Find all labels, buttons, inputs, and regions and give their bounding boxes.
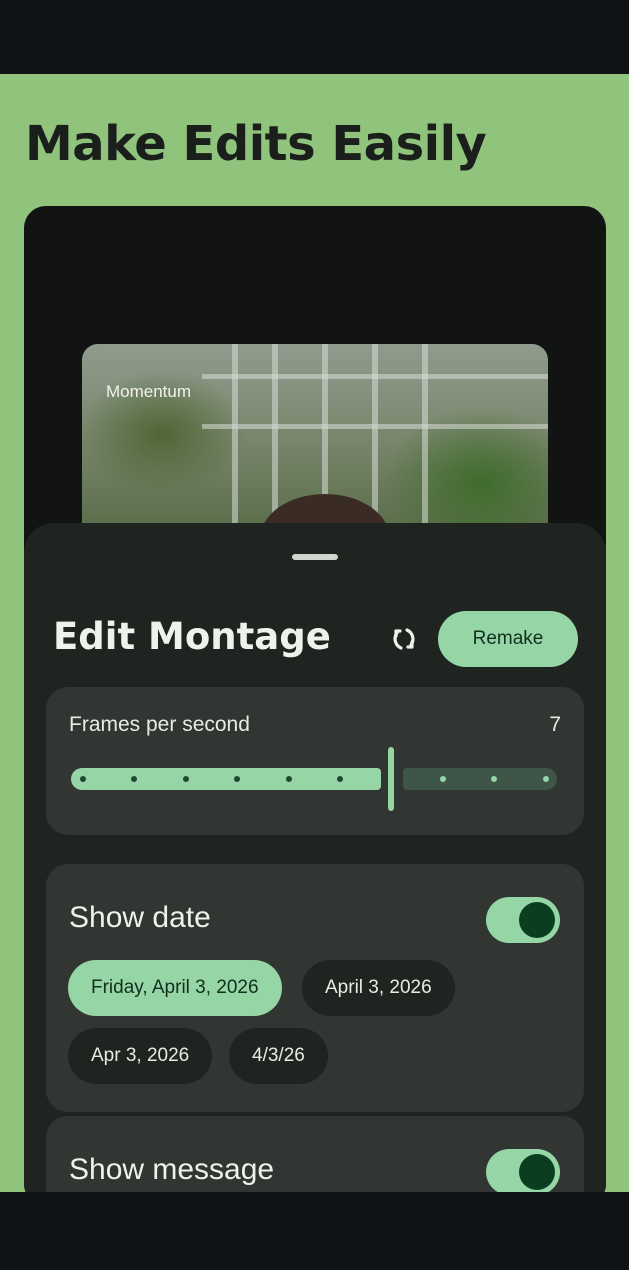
sheet-title: Edit Montage	[53, 615, 331, 658]
montage-preview: Momentum	[82, 344, 548, 544]
date-format-chip[interactable]: 4/3/26	[229, 1028, 328, 1084]
status-bar	[0, 0, 629, 74]
drag-handle[interactable]	[292, 554, 338, 560]
fps-card: Frames per second 7	[46, 687, 584, 835]
fps-slider-active-track[interactable]	[71, 768, 381, 790]
fps-slider-tick	[182, 776, 189, 782]
fps-slider-tick	[439, 776, 446, 782]
show-message-toggle[interactable]	[486, 1149, 560, 1192]
show-date-card: Show date Friday, April 3, 2026 April 3,…	[46, 864, 584, 1112]
refresh-icon[interactable]	[388, 623, 420, 655]
show-date-label: Show date	[69, 901, 211, 934]
edit-montage-sheet: Edit Montage Remake Frames per second 7	[24, 523, 606, 1192]
phone-screen: Momentum Edit Montage Remake Frames per …	[24, 206, 606, 1192]
toggle-knob	[519, 1154, 555, 1190]
fps-slider-thumb[interactable]	[388, 747, 394, 811]
promo-headline: Make Edits Easily	[25, 116, 487, 172]
fps-slider-inactive-track[interactable]	[403, 768, 557, 790]
show-message-label: Show message	[69, 1153, 275, 1186]
fps-label: Frames per second	[69, 713, 250, 736]
fps-slider-tick	[542, 776, 549, 782]
show-date-toggle[interactable]	[486, 897, 560, 943]
fps-slider-tick	[285, 776, 292, 782]
fps-slider-tick	[80, 776, 86, 782]
date-format-chip[interactable]: Apr 3, 2026	[68, 1028, 213, 1084]
navigation-bar	[0, 1192, 629, 1270]
fps-value: 7	[549, 713, 561, 736]
preview-label: Momentum	[106, 382, 192, 401]
remake-button[interactable]: Remake	[438, 611, 578, 667]
date-format-chip[interactable]: Friday, April 3, 2026	[68, 960, 282, 1016]
show-message-card: Show message	[46, 1116, 584, 1192]
toggle-knob	[519, 902, 555, 938]
fps-slider-tick	[337, 776, 343, 782]
date-format-chip[interactable]: April 3, 2026	[302, 960, 455, 1016]
promo-background: Make Edits Easily Momentum Edit Montage	[0, 74, 629, 1192]
